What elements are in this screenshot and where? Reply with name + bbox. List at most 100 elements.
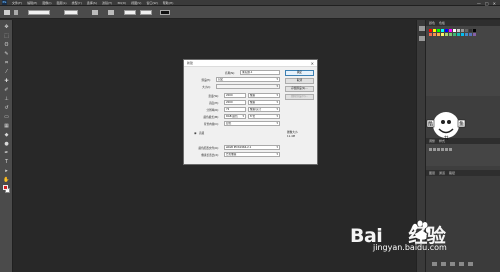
menu-help[interactable]: 帮助(H) — [163, 1, 174, 5]
foreground-color[interactable] — [3, 185, 8, 190]
bit-depth-select[interactable]: 8 位 — [248, 114, 280, 119]
menu-type[interactable]: 类型(Y) — [72, 1, 82, 5]
minimize-button[interactable]: — — [477, 1, 481, 6]
gradient-icon[interactable]: ▦ — [3, 123, 10, 129]
maximize-button[interactable]: □ — [485, 1, 489, 6]
properties-panel-icon[interactable] — [419, 36, 425, 41]
style-field[interactable] — [28, 10, 50, 15]
height-unit-select[interactable]: 像素 — [248, 100, 280, 105]
menu-view[interactable]: 视图(V) — [131, 1, 141, 5]
menu-filter[interactable]: 滤镜(T) — [102, 1, 112, 5]
name-input[interactable]: 未标题-1 — [240, 70, 280, 75]
pen-icon[interactable]: ✒ — [3, 150, 10, 156]
brush-icon[interactable]: ✐ — [3, 87, 10, 93]
blur-icon[interactable]: ◆ — [3, 132, 10, 138]
hand-icon[interactable]: ✋ — [3, 177, 10, 183]
image-size-value: 11.4M — [287, 135, 296, 138]
menu-image[interactable]: 图像(I) — [42, 1, 51, 5]
save-preset-button[interactable]: 存储预设(S)... — [285, 86, 314, 92]
resolution-input[interactable]: 72 — [224, 107, 246, 112]
sticker-bottom-char: 书 — [443, 135, 448, 141]
menu-layer[interactable]: 图层(L) — [57, 1, 67, 5]
tab-swatches[interactable]: 色板 — [439, 21, 445, 25]
mask-icon[interactable] — [450, 262, 455, 266]
width-field[interactable] — [124, 10, 136, 15]
clone-stamp-icon[interactable]: ⊥ — [3, 96, 10, 102]
new-layer-icon[interactable] — [459, 262, 464, 266]
history-panel-icon[interactable] — [419, 26, 425, 31]
dialog-title: 新建 — [184, 60, 317, 67]
width-label: 宽度(W): — [208, 95, 219, 98]
size-select[interactable] — [216, 84, 280, 89]
height-field[interactable] — [140, 10, 152, 15]
link-icon[interactable] — [432, 262, 437, 266]
tab-layers[interactable]: 图层 — [429, 171, 435, 175]
resolution-unit-select[interactable]: 像素/英寸 — [248, 107, 280, 112]
color-swatches[interactable] — [3, 185, 10, 193]
selection-mode-icon[interactable] — [14, 10, 18, 15]
close-button[interactable]: ✕ — [493, 1, 496, 6]
feather-field[interactable] — [64, 10, 78, 15]
marquee-tool-icon[interactable] — [4, 10, 10, 15]
move-tool-icon[interactable]: ✥ — [3, 24, 10, 30]
preset-label: 预设(P): — [201, 79, 211, 82]
adjustment-icons — [429, 148, 452, 151]
color-mode-select[interactable]: RGB 颜色 — [224, 114, 246, 119]
crop-icon[interactable]: ⌗ — [3, 60, 10, 66]
fx-icon[interactable] — [441, 262, 446, 266]
photoshop-logo: Ps — [2, 0, 7, 5]
menu-window[interactable]: 窗口(W) — [146, 1, 157, 5]
menu-select[interactable]: 选择(S) — [87, 1, 97, 5]
color-mode-label: 颜色模式(M): — [203, 116, 219, 119]
advanced-label: 高级 — [199, 132, 205, 135]
color-profile-label: 颜色配置文件(O): — [198, 147, 219, 150]
background-select[interactable]: 白色 — [224, 121, 280, 126]
baidu-paw-icon — [412, 220, 431, 240]
image-size-label: 图像大小: — [287, 131, 299, 134]
cancel-button[interactable]: 取消 — [285, 78, 314, 84]
size-label: 大小(I): — [202, 86, 211, 89]
name-label: 名称(N): — [224, 72, 235, 75]
healing-brush-icon[interactable]: ✚ — [3, 78, 10, 84]
mode-icon[interactable] — [108, 10, 114, 15]
sticker-right-char: 鱼 — [459, 121, 464, 128]
pixel-aspect-label: 像素长宽比(X): — [201, 154, 219, 157]
pixel-aspect-select[interactable]: 方形像素 — [224, 152, 280, 157]
advanced-toggle-icon[interactable]: ◉ — [194, 131, 197, 135]
antialias-checkbox[interactable] — [92, 10, 98, 15]
type-icon[interactable]: T — [3, 159, 10, 165]
marquee-icon[interactable]: ⬚ — [3, 33, 10, 39]
tab-color[interactable]: 颜色 — [429, 21, 435, 25]
lasso-icon[interactable]: ʘ — [3, 42, 10, 48]
menu-3d[interactable]: 3D(D) — [117, 1, 126, 5]
background-label: 背景内容(C): — [203, 123, 219, 126]
sticker-image: 酷 鱼 书 — [426, 112, 466, 141]
tab-channels[interactable]: 通道 — [439, 171, 445, 175]
path-select-icon[interactable]: ▸ — [3, 168, 10, 174]
tab-paths[interactable]: 路径 — [449, 171, 455, 175]
delete-preset-button[interactable]: 删除预设(D)... — [285, 94, 314, 100]
swatches-panel — [426, 26, 500, 96]
history-brush-icon[interactable]: ↺ — [3, 105, 10, 111]
dodge-icon[interactable]: ● — [3, 141, 10, 147]
width-input[interactable]: 2000 — [224, 93, 246, 98]
height-label: 高度(H): — [208, 102, 219, 105]
trash-icon[interactable] — [468, 262, 473, 266]
new-document-dialog: 新建 ✕ 名称(N): 未标题-1 预设(P): 自定 大小(I): 宽度(W)… — [183, 59, 318, 165]
sticker-left-char: 酷 — [428, 121, 433, 128]
menu-file[interactable]: 文件(F) — [12, 1, 22, 5]
swatch-row — [429, 29, 476, 32]
height-input[interactable]: 2000 — [224, 100, 246, 105]
menu-edit[interactable]: 编辑(E) — [27, 1, 37, 5]
ok-button[interactable]: 确定 — [285, 70, 314, 76]
width-unit-select[interactable]: 像素 — [248, 93, 280, 98]
adjustments-panel — [426, 144, 500, 166]
eyedropper-icon[interactable]: ⁄ — [3, 69, 10, 75]
color-profile-select[interactable]: sRGB IEC61966-2.1 — [224, 145, 280, 150]
preset-select[interactable]: 自定 — [216, 77, 280, 82]
color-swatch[interactable] — [160, 10, 170, 15]
eraser-icon[interactable]: ▭ — [3, 114, 10, 120]
dialog-close-icon[interactable]: ✕ — [311, 60, 314, 67]
quick-select-icon[interactable]: ✎ — [3, 51, 10, 57]
options-bar — [0, 6, 500, 19]
